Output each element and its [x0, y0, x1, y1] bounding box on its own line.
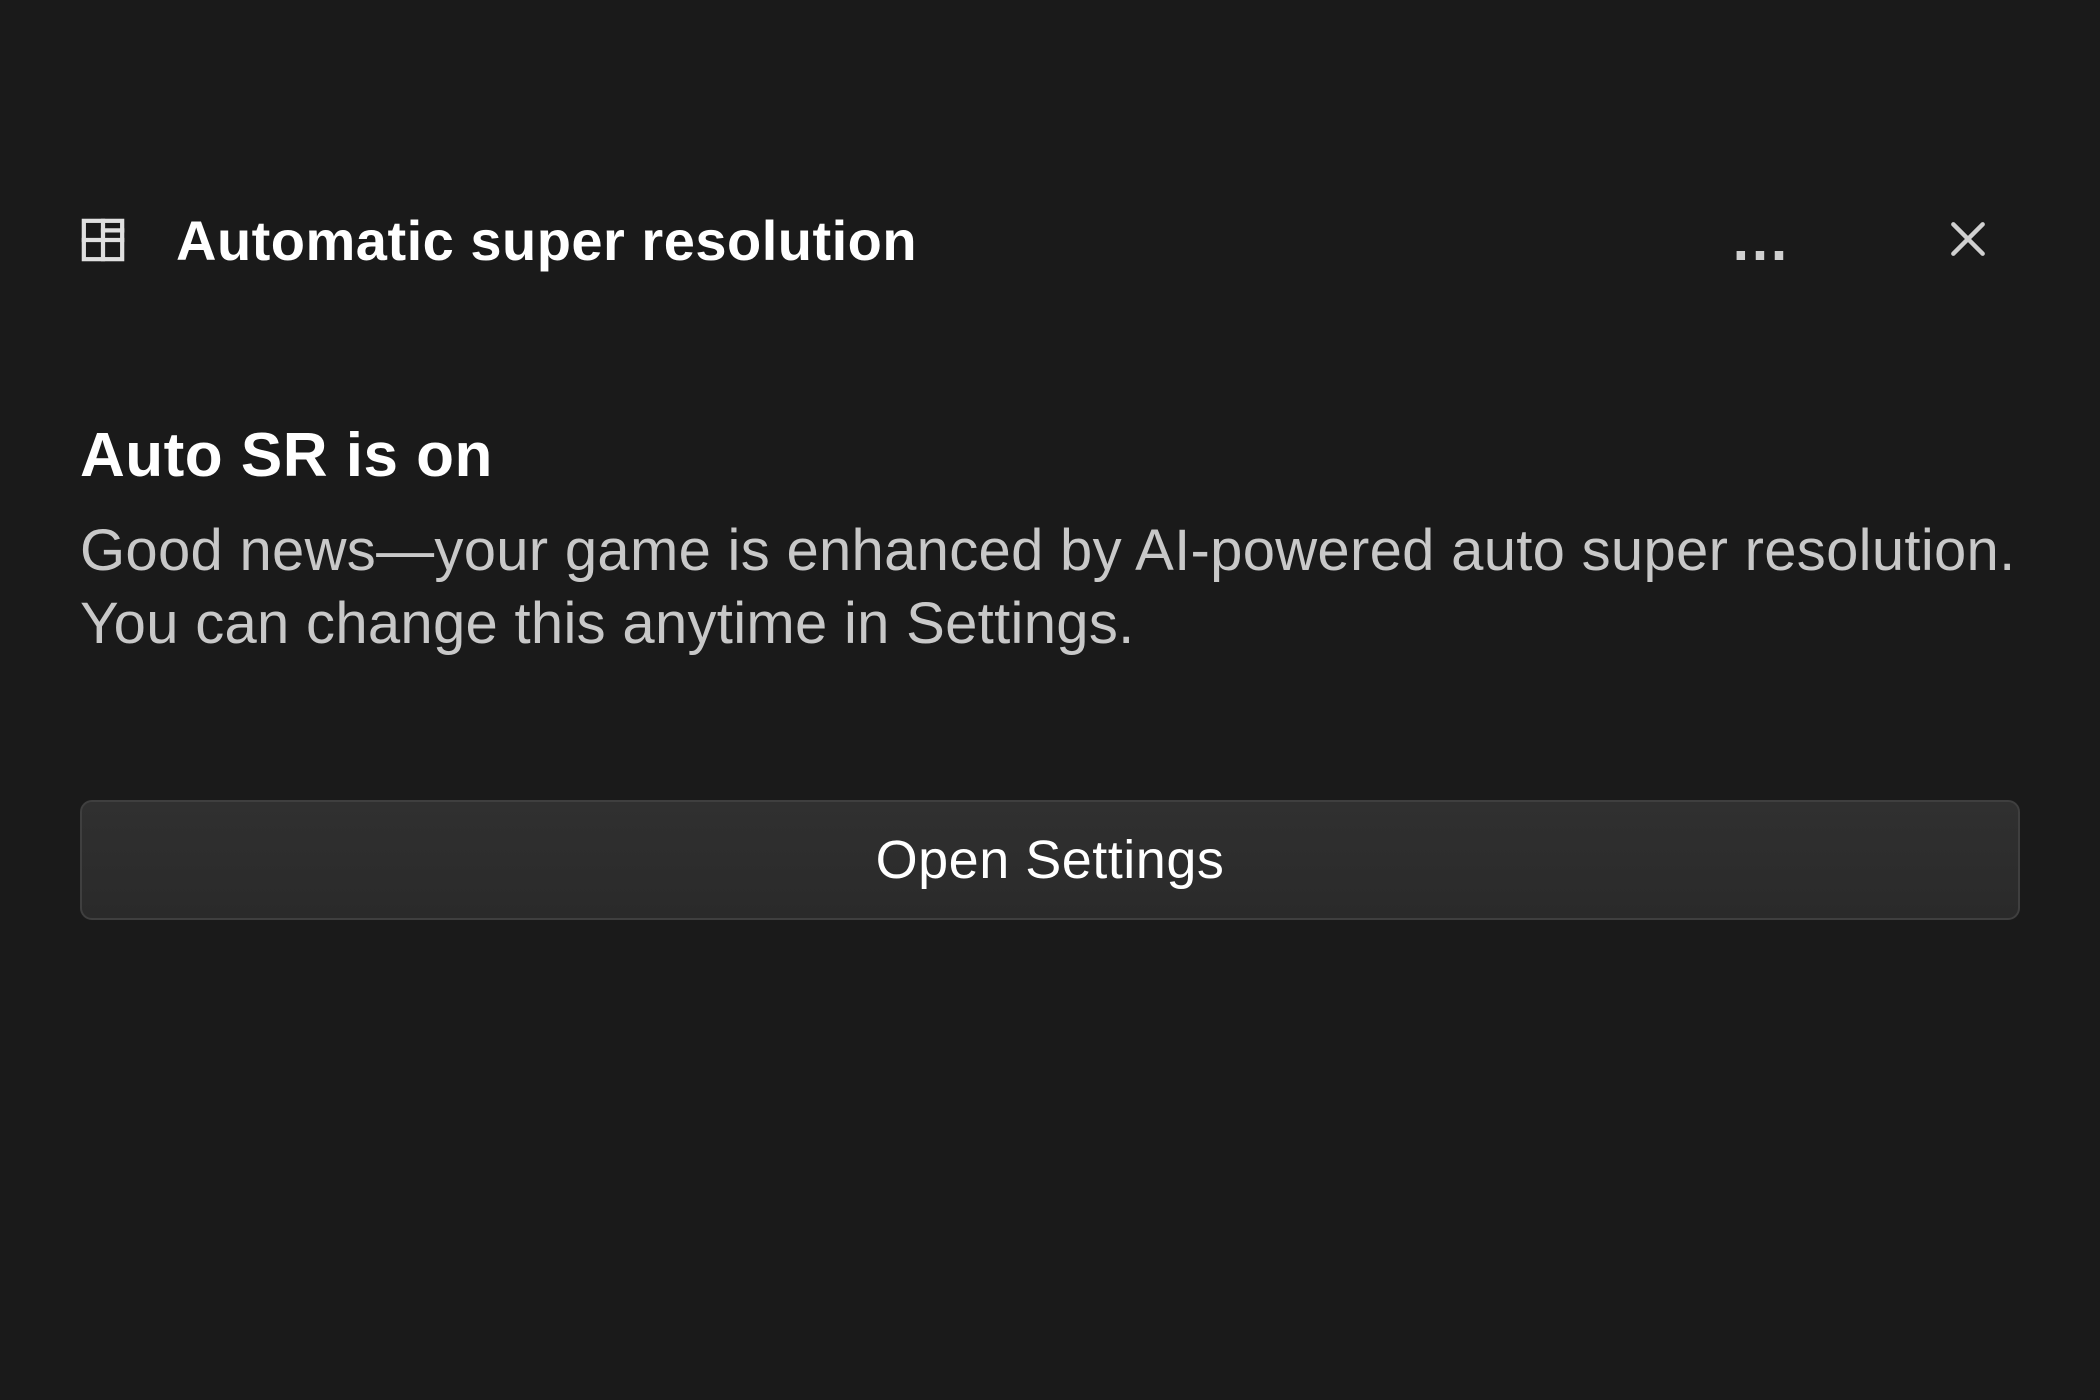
close-button[interactable]: [1936, 207, 2000, 274]
notification-card: Automatic super resolution … Auto SR is …: [0, 0, 2100, 1400]
open-settings-button[interactable]: Open Settings: [80, 800, 2020, 920]
more-button[interactable]: …: [1720, 200, 1806, 280]
more-icon: …: [1730, 206, 1796, 273]
grid-icon: [80, 217, 126, 263]
notification-heading: Auto SR is on: [80, 420, 2020, 491]
notification-actions: Open Settings: [80, 800, 2020, 920]
notification-header: Automatic super resolution …: [80, 200, 2020, 280]
close-icon: [1946, 217, 1990, 264]
notification-body: Good news—your game is enhanced by AI-po…: [80, 515, 2020, 660]
notification-title: Automatic super resolution: [176, 208, 1670, 273]
header-actions: …: [1720, 200, 2020, 280]
